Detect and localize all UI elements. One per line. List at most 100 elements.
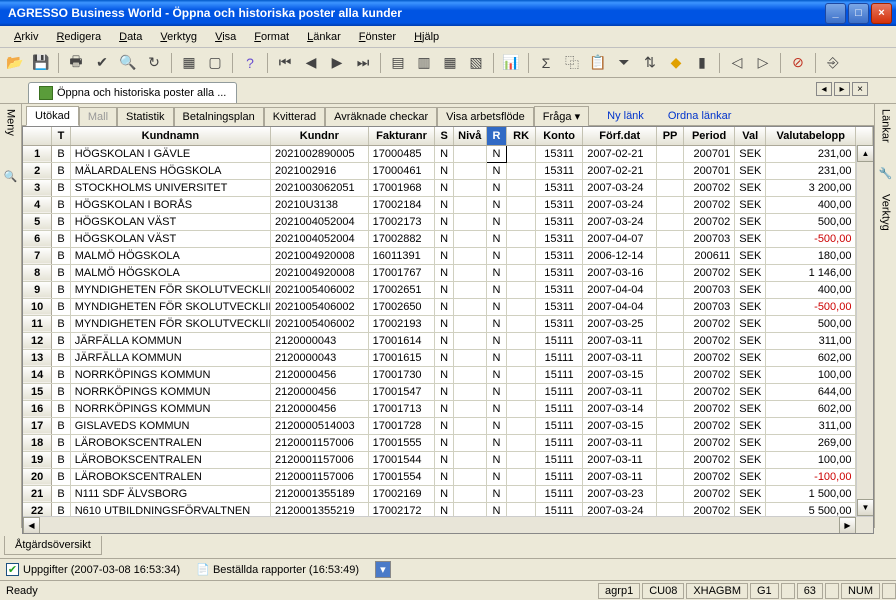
col-header[interactable]: Förf.dat xyxy=(583,127,657,145)
menu-fönster[interactable]: Fönster xyxy=(351,29,404,45)
menu-länkar[interactable]: Länkar xyxy=(299,29,349,45)
doc-icon[interactable]: ▢ xyxy=(204,52,226,74)
scroll-up-button[interactable]: ▲ xyxy=(857,145,874,162)
child-prev-button[interactable]: ◂ xyxy=(816,82,832,96)
prev-icon[interactable]: ◀ xyxy=(300,52,322,74)
data-grid[interactable]: TKundnamnKundnrFakturanrSNivåRRKKontoFör… xyxy=(22,126,874,534)
subtab-kvitterad[interactable]: Kvitterad xyxy=(264,107,325,126)
grid2-icon[interactable]: ▥ xyxy=(413,52,435,74)
print-icon[interactable]: 🖶 xyxy=(65,52,87,74)
chart-icon[interactable]: 📊 xyxy=(500,52,522,74)
col-header[interactable]: Period xyxy=(683,127,734,145)
table-row[interactable]: 18BLÄROBOKSCENTRALEN21200011570061700155… xyxy=(23,434,873,451)
table-row[interactable]: 19BLÄROBOKSCENTRALEN21200011570061700154… xyxy=(23,451,873,468)
subtab-statistik[interactable]: Statistik xyxy=(117,107,174,126)
scroll-left-button[interactable]: ◀ xyxy=(23,517,40,534)
subtab-utökad[interactable]: Utökad xyxy=(26,106,79,126)
zoom-icon[interactable]: 🔍 xyxy=(117,52,139,74)
menu-visa[interactable]: Visa xyxy=(207,29,244,45)
col-header[interactable]: Nivå xyxy=(453,127,486,145)
col-header[interactable]: RK xyxy=(507,127,536,145)
col-header[interactable]: PP xyxy=(657,127,684,145)
nav2-icon[interactable]: ▷ xyxy=(752,52,774,74)
first-icon[interactable]: ⏮ xyxy=(274,52,296,74)
table-row[interactable]: 3BSTOCKHOLMS UNIVERSITET2021003062051170… xyxy=(23,179,873,196)
rapporter-link[interactable]: 📄 Beställda rapporter (16:53:49) xyxy=(196,563,359,576)
table-row[interactable]: 20BLÄROBOKSCENTRALEN21200011570061700155… xyxy=(23,468,873,485)
col-header[interactable]: T xyxy=(52,127,70,145)
sidetab-verktyg[interactable]: Verktyg xyxy=(878,190,894,235)
menu-data[interactable]: Data xyxy=(111,29,150,45)
check-icon[interactable]: ✔ xyxy=(91,52,113,74)
dropdown-icon[interactable]: ▾ xyxy=(375,561,391,578)
col-header[interactable]: Kundnamn xyxy=(70,127,270,145)
scroll-down-button[interactable]: ▼ xyxy=(857,499,874,516)
nav1-icon[interactable]: ◁ xyxy=(726,52,748,74)
menu-hjälp[interactable]: Hjälp xyxy=(406,29,447,45)
child-close-button[interactable]: × xyxy=(852,82,868,96)
table-row[interactable]: 5BHÖGSKOLAN VÄST202100405200417002173NN1… xyxy=(23,213,873,230)
misc2-icon[interactable]: ▮ xyxy=(691,52,713,74)
misc1-icon[interactable]: ◆ xyxy=(665,52,687,74)
vertical-scrollbar[interactable]: ▲ ▼ xyxy=(856,145,873,516)
uppgifter-checkbox[interactable]: ✔Uppgifter (2007-03-08 16:53:34) xyxy=(6,563,180,576)
table-row[interactable]: 17BGISLAVEDS KOMMUN212000051400317001728… xyxy=(23,417,873,434)
close-button[interactable]: × xyxy=(871,3,892,24)
subtab-avräknade-checkar[interactable]: Avräknade checkar xyxy=(325,107,437,126)
help-icon[interactable]: ? xyxy=(239,52,261,74)
tab-atgard[interactable]: Åtgärdsöversikt xyxy=(4,536,102,555)
menu-arkiv[interactable]: Arkiv xyxy=(6,29,46,45)
table-row[interactable]: 2BMÄLARDALENS HÖGSKOLA202100291617000461… xyxy=(23,162,873,179)
table-row[interactable]: 1BHÖGSKOLAN I GÄVLE202100289000517000485… xyxy=(23,145,873,162)
col-header[interactable]: Kundnr xyxy=(271,127,369,145)
scroll-right-button[interactable]: ▶ xyxy=(839,517,856,534)
sigma-icon[interactable]: Σ xyxy=(535,52,557,74)
menu-redigera[interactable]: Redigera xyxy=(48,29,109,45)
filter-icon[interactable]: ⏷ xyxy=(613,52,635,74)
menu-verktyg[interactable]: Verktyg xyxy=(152,29,205,45)
table-row[interactable]: 9BMYNDIGHETEN FÖR SKOLUTVECKLING20210054… xyxy=(23,281,873,298)
col-header[interactable]: Konto xyxy=(536,127,583,145)
table-row[interactable]: 14BNORRKÖPINGS KOMMUN212000045617001730N… xyxy=(23,366,873,383)
subtab-fråga-▾[interactable]: Fråga ▾ xyxy=(534,106,589,126)
grid4-icon[interactable]: ▧ xyxy=(465,52,487,74)
col-header[interactable] xyxy=(856,127,873,145)
stop-icon[interactable]: ⊘ xyxy=(787,52,809,74)
table-row[interactable]: 11BMYNDIGHETEN FÖR SKOLUTVECKLING2021005… xyxy=(23,315,873,332)
subtab-mall[interactable]: Mall xyxy=(79,107,117,126)
minimize-button[interactable]: _ xyxy=(825,3,846,24)
table-row[interactable]: 6BHÖGSKOLAN VÄST202100405200417002882NN1… xyxy=(23,230,873,247)
paste-icon[interactable]: 📋 xyxy=(587,52,609,74)
col-header[interactable]: Val xyxy=(735,127,766,145)
table-row[interactable]: 21BN111 SDF ÄLVSBORG21200013551891700216… xyxy=(23,485,873,502)
table-row[interactable]: 4BHÖGSKOLAN I BORÅS20210U313817002184NN1… xyxy=(23,196,873,213)
child-next-button[interactable]: ▸ xyxy=(834,82,850,96)
horizontal-scrollbar[interactable]: ◀ ▶ xyxy=(23,516,873,533)
col-header[interactable] xyxy=(23,127,52,145)
next-icon[interactable]: ▶ xyxy=(326,52,348,74)
col-header[interactable]: R xyxy=(486,127,507,145)
copy-icon[interactable]: ⿻ xyxy=(561,52,583,74)
col-header[interactable]: S xyxy=(435,127,453,145)
link-icon[interactable]: ⎆ xyxy=(822,52,844,74)
maximize-button[interactable]: □ xyxy=(848,3,869,24)
save-icon[interactable]: 💾 xyxy=(30,52,52,74)
menu-format[interactable]: Format xyxy=(246,29,297,45)
tool-icon[interactable]: 🔧 xyxy=(879,167,893,180)
link-ordna-länkar[interactable]: Ordna länkar xyxy=(662,107,738,125)
table-row[interactable]: 13BJÄRFÄLLA KOMMUN212000004317001615NN15… xyxy=(23,349,873,366)
table-row[interactable]: 7BMALMÖ HÖGSKOLA202100492000816011391NN1… xyxy=(23,247,873,264)
grid1-icon[interactable]: ▤ xyxy=(387,52,409,74)
grid3-icon[interactable]: ▦ xyxy=(439,52,461,74)
sidetab-lankar[interactable]: Länkar xyxy=(878,105,894,147)
subtab-betalningsplan[interactable]: Betalningsplan xyxy=(174,107,264,126)
link-ny-länk[interactable]: Ny länk xyxy=(601,107,650,125)
search-icon[interactable]: 🔍 xyxy=(4,170,18,183)
subtab-visa-arbetsflöde[interactable]: Visa arbetsflöde xyxy=(437,107,534,126)
last-icon[interactable]: ⏭ xyxy=(352,52,374,74)
table-row[interactable]: 12BJÄRFÄLLA KOMMUN212000004317001614NN15… xyxy=(23,332,873,349)
tool-icon[interactable]: ▦ xyxy=(178,52,200,74)
table-row[interactable]: 16BNORRKÖPINGS KOMMUN212000045617001713N… xyxy=(23,400,873,417)
table-row[interactable]: 10BMYNDIGHETEN FÖR SKOLUTVECKLING2021005… xyxy=(23,298,873,315)
col-header[interactable]: Fakturanr xyxy=(368,127,435,145)
